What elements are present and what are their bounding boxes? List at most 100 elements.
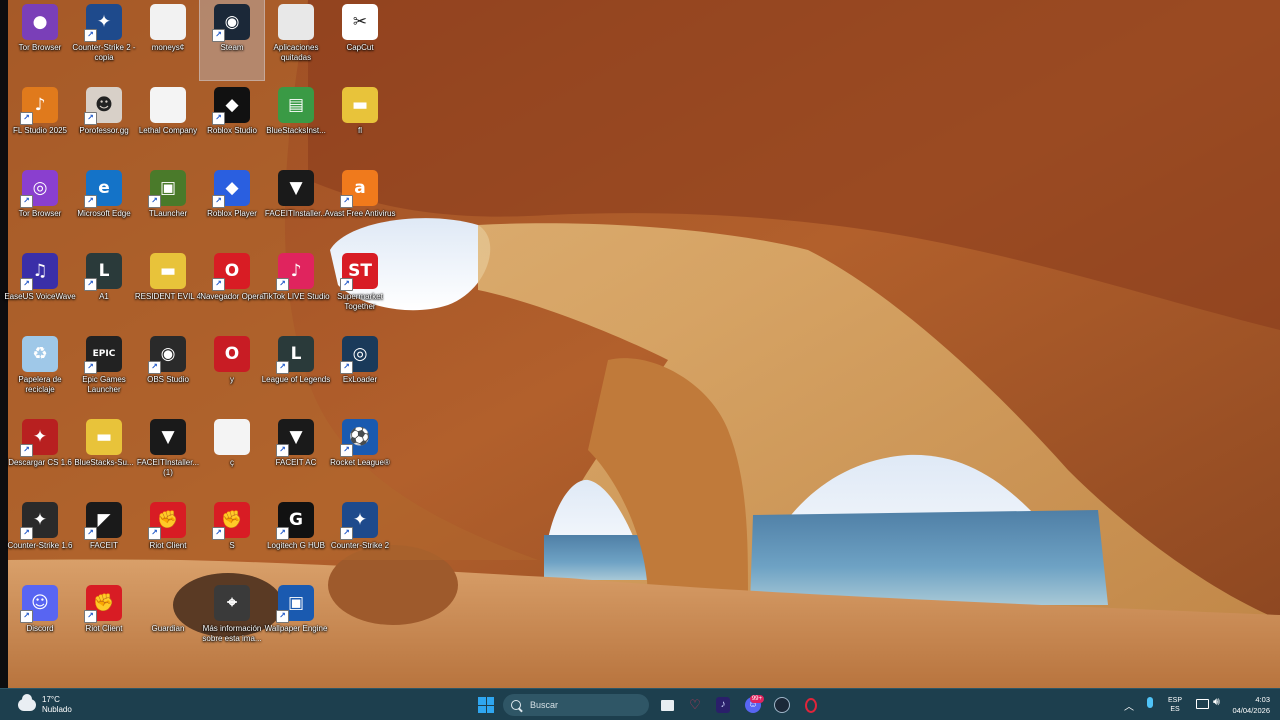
desktop-icon[interactable]: ✊ ↗ Riot Client <box>136 498 200 578</box>
app-icon: ◉ ↗ <box>212 4 250 42</box>
desktop-icon[interactable]: EPIC ↗ Epic Games Launcher <box>72 332 136 412</box>
desktop-icon[interactable]: ● Tor Browser <box>8 0 72 80</box>
desktop-icon[interactable]: ☺ ↗ Discord <box>8 581 72 661</box>
desktop-icon-grid: ● Tor Browser ✦ ↗ Counter-Strike 2 - copia mo… <box>4 0 396 688</box>
desktop-icon-label: Steam <box>220 43 244 52</box>
desktop-icon[interactable]: ▬ RESIDENT EVIL 4 <box>135 249 201 329</box>
desktop-icon[interactable]: Aplicaciones quitadas <box>264 0 328 80</box>
app-icon: ⌖ <box>214 585 250 621</box>
desktop-icon[interactable]: ✦ ↗ Counter-Strike 2 - copia <box>72 0 136 80</box>
shortcut-arrow-icon: ↗ <box>84 195 97 208</box>
weather-widget[interactable]: 17°C Nublado <box>18 693 72 717</box>
desktop-icon[interactable]: L ↗ A1 <box>72 249 136 329</box>
desktop-icon-label: ç <box>230 458 234 467</box>
desktop-icon-label: FACEIT AC <box>275 458 317 467</box>
desktop-icon[interactable]: Lethal Company <box>136 83 200 163</box>
desktop-icon[interactable]: ▣ ↗ TLauncher <box>136 166 200 246</box>
desktop-icon[interactable]: ç <box>200 415 264 495</box>
taskbar-app-pinned-2[interactable]: ♪ <box>712 694 734 716</box>
desktop-icon[interactable]: ♪ ↗ TikTok LIVE Studio <box>262 249 330 329</box>
app-icon: ♪ ↗ <box>276 253 314 291</box>
taskbar-discord[interactable]: ☺ 99+ <box>742 694 764 716</box>
shortcut-arrow-icon: ↗ <box>276 361 289 374</box>
app-icon: e ↗ <box>84 170 122 208</box>
desktop-icon[interactable]: L ↗ League of Legends <box>262 332 330 412</box>
keyboard-layout: ES <box>1170 706 1180 713</box>
taskbar: 17°C Nublado ♡ ♪ ☺99+ ︿ ESP ES 🔊︎ 4:03 0… <box>0 688 1280 720</box>
shortcut-arrow-icon: ↗ <box>20 278 33 291</box>
start-button[interactable] <box>475 694 497 716</box>
taskbar-search[interactable] <box>503 694 649 716</box>
desktop-icon[interactable]: O ↗ Navegador Opera <box>200 249 264 329</box>
app-icon: L ↗ <box>276 336 314 374</box>
desktop-icon[interactable]: e ↗ Microsoft Edge <box>72 166 136 246</box>
desktop-icon[interactable]: ⚽ ↗ Rocket League® <box>328 415 392 495</box>
shortcut-arrow-icon: ↗ <box>148 195 161 208</box>
volume-icon[interactable]: 🔊︎ <box>1213 696 1220 709</box>
app-icon: ♫ ↗ <box>20 253 58 291</box>
clock-time: 4:03 <box>1255 695 1270 704</box>
desktop-icon-label: Más información sobre esta ima... <box>202 624 262 643</box>
desktop-icon[interactable]: ♫ ↗ EaseUS VoiceWave <box>4 249 76 329</box>
desktop-icon[interactable]: ✦ ↗ Counter-Strike 1.6 <box>8 498 72 578</box>
desktop-icon-label: RESIDENT EVIL 4 <box>134 292 202 301</box>
desktop-icon[interactable]: ◤ ↗ FACEIT <box>72 498 136 578</box>
desktop-icon[interactable]: ◉ ↗ OBS Studio <box>136 332 200 412</box>
desktop-icon-label: Wallpaper Engine <box>264 624 328 633</box>
desktop-icon[interactable]: ✊ ↗ Riot Client <box>72 581 136 661</box>
language-code: ESP <box>1168 697 1183 704</box>
shortcut-arrow-icon: ↗ <box>84 29 97 42</box>
desktop-icon[interactable]: ▬ BlueStacks-Su... <box>72 415 136 495</box>
shortcut-arrow-icon: ↗ <box>148 361 161 374</box>
desktop-icon[interactable]: Guardian <box>136 581 200 661</box>
desktop-icon[interactable]: ▬ fl <box>328 83 392 163</box>
search-input[interactable] <box>530 700 620 710</box>
desktop-icon[interactable]: ▼ ↗ FACEIT AC <box>264 415 328 495</box>
shortcut-arrow-icon: ↗ <box>340 444 353 457</box>
clock[interactable]: 4:03 04/04/2026 <box>1232 694 1270 716</box>
desktop-icon[interactable]: ◆ ↗ Roblox Player <box>200 166 264 246</box>
desktop-icon[interactable]: ▤ BlueStacksInst... <box>264 83 328 163</box>
desktop-icon[interactable]: a ↗ Avast Free Antivirus <box>325 166 396 246</box>
taskbar-app-pinned-1[interactable]: ♡ <box>684 694 706 716</box>
microphone-tray-icon[interactable] <box>1147 697 1153 708</box>
desktop-icon[interactable]: ✊ ↗ S <box>200 498 264 578</box>
taskbar-opera[interactable] <box>800 694 822 716</box>
desktop-icon-label: Descargar CS 1.6 <box>8 458 72 467</box>
taskbar-steam[interactable] <box>771 694 793 716</box>
mic-app-icon: ♪ <box>716 697 730 713</box>
desktop-icon[interactable]: ⌖ Más información sobre esta ima... <box>200 581 264 661</box>
desktop-icon[interactable]: G ↗ Logitech G HUB <box>264 498 328 578</box>
desktop-icon[interactable]: ST ↗ Supermarket Together <box>328 249 392 329</box>
shortcut-arrow-icon: ↗ <box>84 361 97 374</box>
desktop-icon[interactable]: ♻ Papelera de reciclaje <box>8 332 72 412</box>
desktop-icon[interactable]: ☻ ↗ Porofessor.gg <box>72 83 136 163</box>
desktop-icon[interactable]: ▼ FACEITInstaller... <box>264 166 328 246</box>
tray-overflow-chevron[interactable]: ︿ <box>1124 698 1134 713</box>
desktop-icon-label: FACEITInstaller... <box>264 209 328 218</box>
desktop-icon-label: Epic Games Launcher <box>82 375 126 394</box>
desktop-icon[interactable]: ♪ ↗ FL Studio 2025 <box>8 83 72 163</box>
weather-temperature: 17°C <box>42 695 60 704</box>
desktop-icon[interactable]: ◆ ↗ Roblox Studio <box>200 83 264 163</box>
desktop-icon[interactable]: moneys¢ <box>136 0 200 80</box>
desktop-icon[interactable]: ▼ FACEITInstaller... (1) <box>136 415 200 495</box>
desktop-icon[interactable]: ✦ ↗ Counter-Strike 2 <box>328 498 392 578</box>
app-icon: ✦ ↗ <box>84 4 122 42</box>
task-view-button[interactable] <box>656 694 678 716</box>
app-icon: a ↗ <box>340 170 378 208</box>
shortcut-arrow-icon: ↗ <box>340 361 353 374</box>
desktop-icon-label: Riot Client <box>85 624 123 633</box>
app-icon <box>278 4 314 40</box>
shortcut-arrow-icon: ↗ <box>340 527 353 540</box>
desktop-icon[interactable]: ◎ ↗ ExLoader <box>328 332 392 412</box>
language-indicator[interactable]: ESP ES <box>1168 696 1182 714</box>
desktop-icon[interactable]: Oy <box>200 332 264 412</box>
network-icon[interactable] <box>1196 699 1209 709</box>
desktop-icon[interactable]: ◎ ↗ Tor Browser <box>8 166 72 246</box>
desktop-icon[interactable]: ✦ ↗ Descargar CS 1.6 <box>8 415 72 495</box>
desktop-icon[interactable]: ◉ ↗ Steam <box>199 0 265 81</box>
desktop-icon[interactable]: ▣ ↗ Wallpaper Engine <box>264 581 328 661</box>
desktop-icon-label: Rocket League® <box>330 458 390 467</box>
desktop-icon[interactable]: ✂ CapCut <box>328 0 392 80</box>
